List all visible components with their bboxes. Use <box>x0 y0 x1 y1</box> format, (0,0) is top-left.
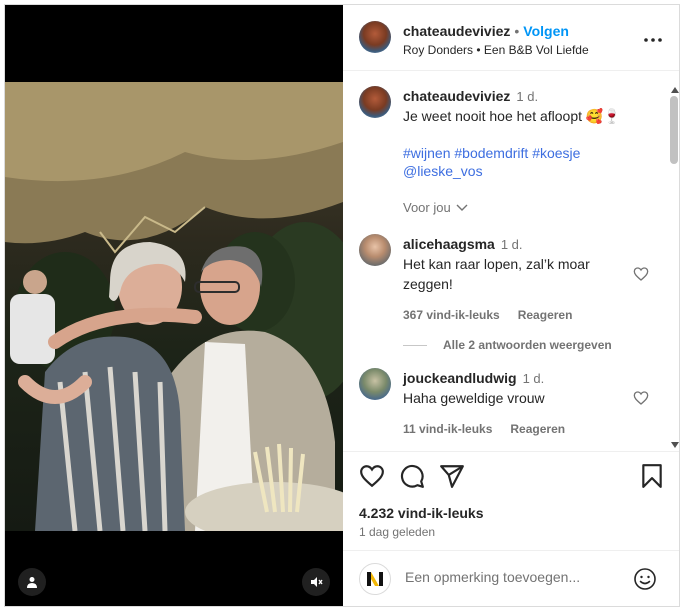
comment-username[interactable]: alicehaagsma <box>403 236 495 252</box>
mute-button[interactable] <box>302 568 330 596</box>
comment-username[interactable]: jouckeandludwig <box>403 370 517 386</box>
caption-username[interactable]: chateaudeviviez <box>403 88 510 104</box>
comment-text: Haha geweldige vrouw <box>403 390 545 406</box>
comment-time[interactable]: 1 d. <box>501 237 523 252</box>
post-date[interactable]: 1 dag geleden <box>359 525 435 539</box>
see-translation-label: Voor jou <box>403 200 451 215</box>
comment: jouckeandludwig 1 d. Haha geweldige vrouw… <box>403 370 628 436</box>
comment: alicehaagsma 1 d. Het kan raar lopen, zal… <box>403 236 628 322</box>
reply-button[interactable]: Reageren <box>518 308 573 322</box>
comment-time[interactable]: 1 d. <box>523 371 545 386</box>
like-count[interactable]: 4.232 vind-ik-leuks <box>359 505 484 521</box>
caption: chateaudeviviez 1 d. Je weet nooit hoe he… <box>403 88 653 215</box>
comment-input[interactable] <box>405 569 625 585</box>
more-icon <box>644 38 662 42</box>
caption-hashtags: #wijnen #bodemdrift #koesje <box>403 144 653 162</box>
author-username[interactable]: chateaudeviviez <box>403 23 510 39</box>
comment-text: Het kan raar lopen, zal’k moar zeggen! <box>403 256 590 292</box>
comments-list[interactable]: chateaudeviviez 1 d. Je weet nooit hoe he… <box>343 72 679 452</box>
user-icon <box>27 577 37 588</box>
photo-illustration <box>5 82 343 531</box>
comment-icon[interactable] <box>399 463 425 489</box>
hashtag-link[interactable]: #koesje <box>532 145 580 161</box>
tagged-users-button[interactable] <box>18 568 46 596</box>
post-actions: 4.232 vind-ik-leuks 1 dag geleden <box>343 453 679 543</box>
caption-text: Je weet nooit hoe het afloopt 🥰🍷 <box>403 108 621 124</box>
comment-likes[interactable]: 367 vind-ik-leuks <box>403 308 500 322</box>
avatar[interactable] <box>359 86 391 118</box>
hashtag-link[interactable]: #bodemdrift <box>454 145 528 161</box>
emoji-icon[interactable] <box>633 567 657 591</box>
bookmark-icon[interactable] <box>639 463 665 489</box>
separator-dot: • <box>514 23 520 39</box>
comment-composer <box>343 550 679 606</box>
scroll-down-arrow[interactable] <box>671 442 679 448</box>
post-subtitle[interactable]: Roy Donders • Een B&B Vol Liefde <box>403 43 589 57</box>
hashtag-link[interactable]: #wijnen <box>403 145 450 161</box>
replies-divider <box>403 344 427 346</box>
chevron-down-icon <box>456 204 468 211</box>
media-panel <box>5 5 343 606</box>
comment-like-icon[interactable] <box>633 390 649 406</box>
caption-time[interactable]: 1 d. <box>516 89 538 104</box>
avatar[interactable] <box>359 563 391 595</box>
view-replies-button[interactable]: Alle 2 antwoorden weergeven <box>403 338 612 352</box>
post-sidebar: chateaudeviviez • Volgen Roy Donders • Een… <box>343 5 679 606</box>
comment-likes[interactable]: 11 vind-ik-leuks <box>403 422 492 436</box>
avatar[interactable] <box>359 21 391 53</box>
brand-logo-icon <box>367 572 383 586</box>
follow-button[interactable]: Volgen <box>523 23 569 39</box>
comments-scrollbar[interactable] <box>669 72 679 451</box>
post-dialog: chateaudeviviez • Volgen Roy Donders • Een… <box>4 4 680 607</box>
scroll-up-arrow[interactable] <box>671 87 679 93</box>
header-user-line: chateaudeviviez • Volgen <box>403 23 569 39</box>
post-header: chateaudeviviez • Volgen Roy Donders • Een… <box>343 5 679 71</box>
mute-icon <box>311 577 323 587</box>
view-replies-label: Alle 2 antwoorden weergeven <box>443 338 612 352</box>
more-options-button[interactable] <box>641 28 665 52</box>
see-translation-button[interactable]: Voor jou <box>403 200 653 215</box>
heart-icon[interactable] <box>359 463 385 489</box>
reply-button[interactable]: Reageren <box>510 422 565 436</box>
comment-meta: 367 vind-ik-leuks Reageren <box>403 308 628 322</box>
scroll-thumb[interactable] <box>670 96 678 164</box>
avatar[interactable] <box>359 368 391 400</box>
share-icon[interactable] <box>439 463 465 489</box>
caption-mention-line: @lieske_vos <box>403 162 653 180</box>
comment-like-icon[interactable] <box>633 266 649 282</box>
mention-link[interactable]: @lieske_vos <box>403 163 483 179</box>
avatar[interactable] <box>359 234 391 266</box>
comment-meta: 11 vind-ik-leuks Reageren <box>403 422 628 436</box>
post-photo[interactable] <box>5 82 343 531</box>
